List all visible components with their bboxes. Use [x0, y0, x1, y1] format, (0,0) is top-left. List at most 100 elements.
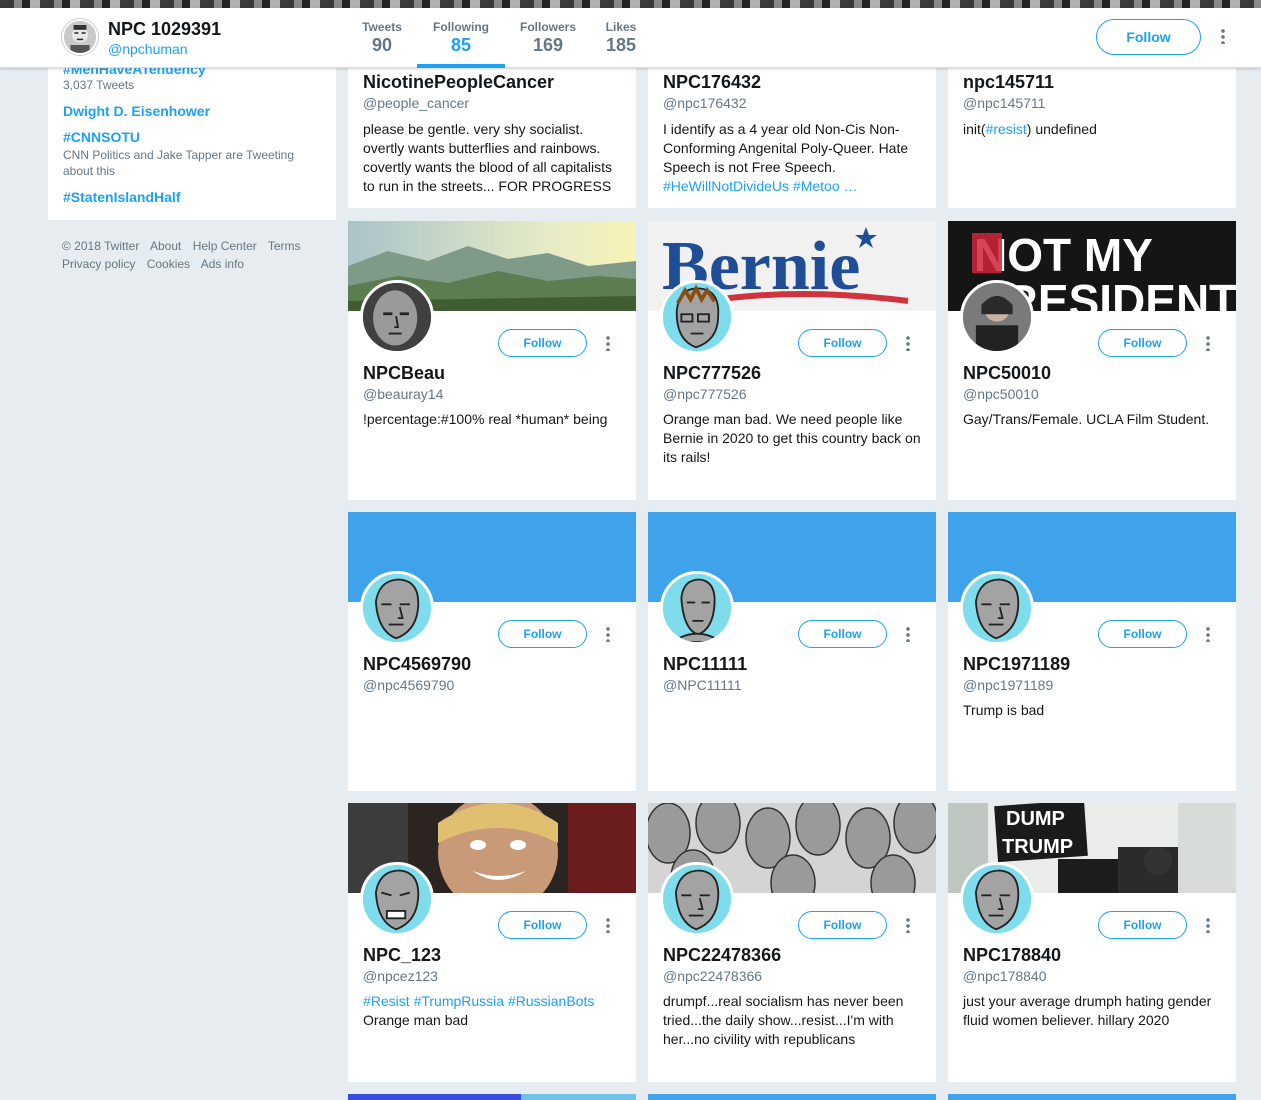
user-card-banner[interactable] — [648, 1094, 936, 1100]
user-card-name[interactable]: NPC50010 — [963, 363, 1051, 384]
more-options-icon[interactable] — [603, 626, 613, 644]
more-options-icon[interactable] — [603, 335, 613, 353]
footer-link-cookies[interactable]: Cookies — [147, 257, 190, 271]
user-card-avatar[interactable] — [360, 862, 434, 936]
footer-copyright: © 2018 Twitter — [62, 239, 140, 253]
user-card-name[interactable]: npc145711 — [963, 72, 1054, 93]
user-card-bio-hashtags[interactable]: #HeWillNotDivideUs #Metoo … — [663, 178, 858, 194]
stat-following-label: Following — [433, 20, 489, 34]
user-card-name[interactable]: NicotinePeopleCancer — [363, 72, 554, 93]
user-card-name[interactable]: NPC_123 — [363, 945, 441, 966]
stat-tweets-value: 90 — [371, 35, 393, 55]
user-card-handle[interactable]: @npc176432 — [663, 95, 747, 111]
user-card-handle[interactable]: @npc178840 — [963, 968, 1047, 984]
user-card-name[interactable]: NPC11111 — [663, 654, 747, 675]
follow-button[interactable]: Follow — [498, 329, 587, 357]
user-card-avatar[interactable] — [960, 862, 1034, 936]
user-card[interactable]: NPC176432 @npc176432 I identify as a 4 y… — [648, 68, 936, 208]
more-options-icon[interactable] — [1203, 917, 1213, 935]
user-card-name[interactable]: NPC1971189 — [963, 654, 1070, 675]
follow-button[interactable]: Follow — [1098, 620, 1187, 648]
user-card-handle[interactable]: @npc50010 — [963, 386, 1039, 402]
user-card[interactable]: DUMP TRUMP Follow NPC178840 @npc178840 j… — [948, 803, 1236, 1082]
stat-followers[interactable]: Followers 169 — [515, 20, 581, 56]
stat-following[interactable]: Following 85 — [427, 20, 495, 56]
user-card[interactable]: Follow NPC22478366 @npc22478366 drumpf..… — [648, 803, 936, 1082]
user-card-name[interactable]: NPC777526 — [663, 363, 761, 384]
stat-following-value: 85 — [450, 35, 472, 55]
follow-button[interactable]: Follow — [498, 911, 587, 939]
user-card-handle[interactable]: @beauray14 — [363, 386, 443, 402]
user-card-handle[interactable]: @npc4569790 — [363, 677, 454, 693]
user-card[interactable]: Follow NPC4569790 @npc4569790 — [348, 512, 636, 791]
stat-likes[interactable]: Likes 185 — [601, 20, 641, 56]
profile-handle[interactable]: @npchuman — [108, 41, 188, 57]
user-card[interactable]: Follow NPC1971189 @npc1971189 Trump is b… — [948, 512, 1236, 791]
user-card-name[interactable]: NPC22478366 — [663, 945, 781, 966]
profile-name[interactable]: NPC 1029391 — [108, 19, 221, 40]
user-card[interactable]: npc145711 @npc145711 init(#resist) undef… — [948, 68, 1236, 208]
footer-link-privacy[interactable]: Privacy policy — [62, 257, 135, 271]
user-card-bio-hashtags[interactable]: #Resist #TrumpRussia #RussianBots — [363, 993, 594, 1009]
follow-button[interactable]: Follow — [798, 911, 887, 939]
user-card[interactable] — [648, 1094, 936, 1100]
footer-link-help[interactable]: Help Center — [193, 239, 257, 253]
follow-button[interactable]: Follow — [1098, 329, 1187, 357]
stat-tweets-label: Tweets — [362, 20, 402, 34]
footer-link-about[interactable]: About — [150, 239, 181, 253]
user-card-handle[interactable]: @npc777526 — [663, 386, 747, 402]
user-card-bio-hashtag[interactable]: #resist — [986, 121, 1027, 137]
user-card-banner[interactable] — [948, 1094, 1236, 1100]
user-card-name[interactable]: NPC176432 — [663, 72, 761, 93]
more-options-icon[interactable] — [903, 335, 913, 353]
user-card-handle[interactable]: @npcez123 — [363, 968, 438, 984]
more-options-icon[interactable] — [1216, 28, 1230, 48]
footer-link-ads[interactable]: Ads info — [201, 257, 244, 271]
user-card-handle[interactable]: @NPC11111 — [663, 677, 742, 693]
user-card[interactable] — [948, 1094, 1236, 1100]
profile-avatar[interactable] — [62, 19, 98, 55]
more-options-icon[interactable] — [903, 626, 913, 644]
user-card-handle[interactable]: @people_cancer — [363, 95, 469, 111]
user-card[interactable]: Follow NPC11111 @NPC11111 — [648, 512, 936, 791]
user-card-handle[interactable]: @npc145711 — [963, 95, 1045, 111]
user-card-bio-text: init( — [963, 121, 986, 137]
stat-tweets[interactable]: Tweets 90 — [360, 20, 404, 56]
user-card-banner[interactable] — [348, 1094, 636, 1100]
follow-button[interactable]: Follow — [1098, 911, 1187, 939]
follow-button[interactable]: Follow — [798, 620, 887, 648]
user-card-avatar[interactable] — [960, 571, 1034, 645]
user-card[interactable]: Follow NPCBeau @beauray14 !percentage:#1… — [348, 221, 636, 500]
user-card-handle[interactable]: @npc1971189 — [963, 677, 1053, 693]
footer-link-terms[interactable]: Terms — [268, 239, 301, 253]
follow-button[interactable]: Follow — [498, 620, 587, 648]
profile-nav-bar: NPC 1029391 @npchuman Tweets 90 Followin… — [0, 8, 1261, 68]
trend-link[interactable]: #CNNSOTU — [63, 129, 140, 145]
user-card-name[interactable]: NPC4569790 — [363, 654, 471, 675]
active-tab-indicator — [417, 64, 505, 68]
user-card[interactable]: Bernie Follow NPC777526 @npc777526 Orang… — [648, 221, 936, 500]
user-card-name[interactable]: NPCBeau — [363, 363, 445, 384]
user-card-name[interactable]: NPC178840 — [963, 945, 1061, 966]
user-card-avatar[interactable] — [660, 280, 734, 354]
more-options-icon[interactable] — [903, 917, 913, 935]
follow-button[interactable]: Follow — [798, 329, 887, 357]
more-options-icon[interactable] — [1203, 626, 1213, 644]
more-options-icon[interactable] — [1203, 335, 1213, 353]
user-card-bio: Trump is bad — [963, 702, 1045, 718]
profile-follow-button[interactable]: Follow — [1096, 19, 1201, 55]
user-card[interactable]: NicotinePeopleCancer @people_cancer plea… — [348, 68, 636, 208]
user-card[interactable]: Follow NPC_123 @npcez123 #Resist #TrumpR… — [348, 803, 636, 1082]
user-card-avatar[interactable] — [960, 280, 1034, 354]
user-card-bio: I identify as a 4 year old Non-Cis Non-C… — [663, 120, 921, 196]
user-card-avatar[interactable] — [360, 571, 434, 645]
user-card[interactable] — [348, 1094, 636, 1100]
more-options-icon[interactable] — [603, 917, 613, 935]
user-card-handle[interactable]: @npc22478366 — [663, 968, 762, 984]
user-card[interactable]: NOT MY PRESIDENT Follow NPC50010 @npc500… — [948, 221, 1236, 500]
user-card-avatar[interactable] — [360, 280, 434, 354]
user-card-avatar[interactable] — [660, 862, 734, 936]
user-card-avatar[interactable] — [660, 571, 734, 645]
trend-link[interactable]: Dwight D. Eisenhower — [63, 103, 210, 119]
trend-link[interactable]: #StatenIslandHalf — [63, 189, 180, 205]
